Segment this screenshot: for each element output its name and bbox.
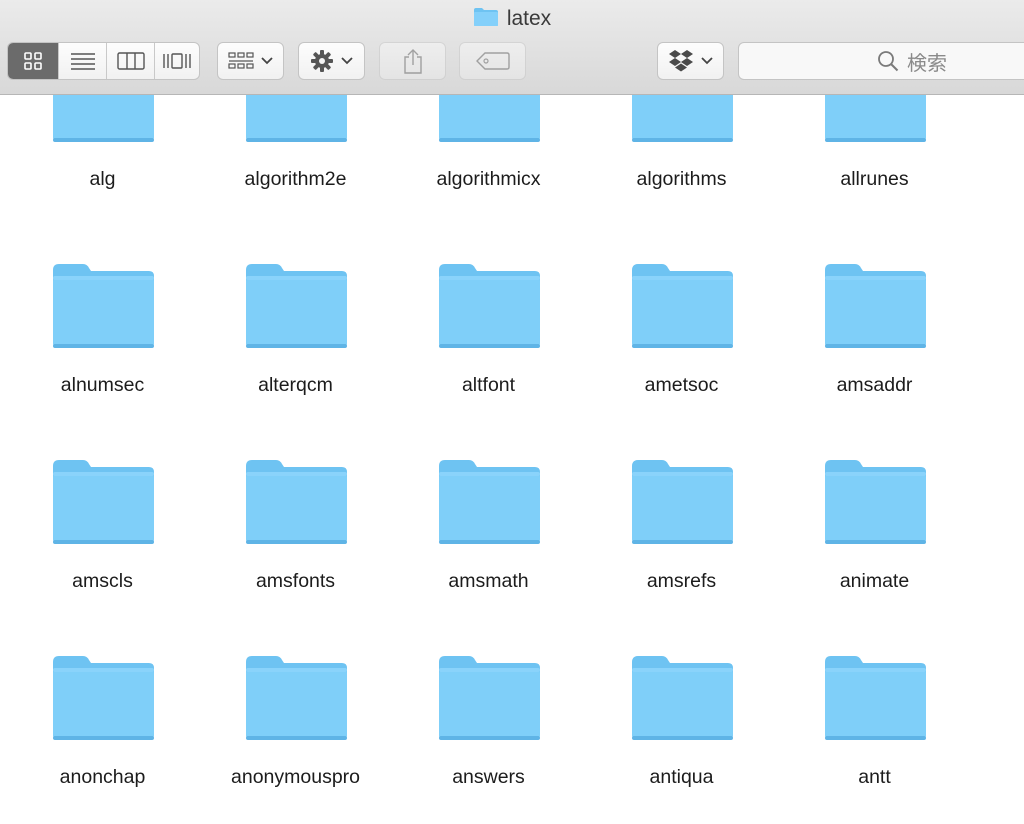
folder-icon <box>825 460 926 544</box>
folder-icon <box>825 656 926 740</box>
folder-item[interactable]: alnumsec <box>6 262 199 452</box>
folder-label: animate <box>839 570 910 592</box>
folder-label: anonymouspro <box>231 766 360 788</box>
folder-label: antt <box>858 766 891 788</box>
tag-icon <box>475 52 510 70</box>
folder-icon <box>53 264 154 348</box>
folder-label: alterqcm <box>258 374 333 396</box>
dropbox-button[interactable] <box>657 42 724 80</box>
search-input[interactable]: 検索 <box>738 42 1024 80</box>
chevron-down-icon <box>261 57 273 65</box>
gear-icon <box>311 50 333 72</box>
folder-icon <box>632 264 733 348</box>
action-button[interactable] <box>298 42 365 80</box>
folder-label: altfont <box>461 374 516 396</box>
folder-item[interactable]: amsfonts <box>199 458 392 648</box>
window-title-bar: latex <box>0 6 1024 32</box>
folder-item[interactable]: antiqua <box>585 654 778 824</box>
folder-label: alnumsec <box>60 374 145 396</box>
folder-icon <box>439 656 540 740</box>
folder-item[interactable]: antt <box>778 654 971 824</box>
folder-label: amsfonts <box>255 570 336 592</box>
column-view-button[interactable] <box>107 43 155 79</box>
list-view-button[interactable] <box>59 43 107 79</box>
folder-icon <box>246 460 347 544</box>
folder-label: allrunes <box>840 168 909 190</box>
share-button[interactable] <box>379 42 446 80</box>
arrange-button[interactable] <box>217 42 284 80</box>
folder-icon <box>825 264 926 348</box>
chevron-down-icon <box>701 57 713 65</box>
dropbox-icon <box>669 50 693 72</box>
folder-item[interactable]: amscls <box>6 458 199 648</box>
folder-label: antiqua <box>649 766 714 788</box>
window-title: latex <box>506 7 552 30</box>
folder-label: ametsoc <box>644 374 719 396</box>
folder-icon <box>439 264 540 348</box>
folder-label: algorithmicx <box>436 168 541 190</box>
folder-icon <box>632 460 733 544</box>
folder-item[interactable]: anonymouspro <box>199 654 392 824</box>
search-placeholder: 検索 <box>907 52 947 75</box>
share-icon <box>403 49 422 74</box>
folder-icon <box>246 656 347 740</box>
toolbar: latex 検索 <box>0 0 1024 95</box>
folder-item[interactable]: answers <box>392 654 585 824</box>
view-mode-control <box>7 42 200 80</box>
arrange-icon <box>228 52 254 69</box>
search-icon <box>878 51 899 72</box>
folder-label: algorithm2e <box>244 168 347 190</box>
folder-item[interactable]: ametsoc <box>585 262 778 452</box>
folder-item[interactable]: amsrefs <box>585 458 778 648</box>
icon-view-button[interactable] <box>8 43 59 79</box>
chevron-down-icon <box>341 57 353 65</box>
columns-icon <box>116 52 145 70</box>
folder-label: answers <box>452 766 525 788</box>
folder-item[interactable]: anonchap <box>6 654 199 824</box>
grid-icon <box>24 52 42 70</box>
folder-label: amsaddr <box>836 374 913 396</box>
folder-icon <box>473 8 498 26</box>
tags-button[interactable] <box>459 42 526 80</box>
folder-item[interactable]: altfont <box>392 262 585 452</box>
file-grid: alg algorithm2e algorithmicx algorithms allr… <box>0 0 1024 824</box>
folder-item[interactable]: animate <box>778 458 971 648</box>
folder-icon <box>53 460 154 544</box>
folder-label: anonchap <box>59 766 146 788</box>
folder-icon <box>632 656 733 740</box>
folder-label: amsmath <box>448 570 529 592</box>
folder-icon <box>246 264 347 348</box>
folder-label: amsrefs <box>646 570 717 592</box>
folder-label: algorithms <box>636 168 727 190</box>
folder-icon <box>53 656 154 740</box>
folder-icon <box>439 460 540 544</box>
folder-item[interactable]: alterqcm <box>199 262 392 452</box>
cover-flow-view-button[interactable] <box>155 43 199 79</box>
finder-window: alg algorithm2e algorithmicx algorithms allr… <box>0 0 1024 824</box>
list-icon <box>70 53 95 70</box>
folder-label: amscls <box>72 570 133 592</box>
folder-item[interactable]: amsaddr <box>778 262 971 452</box>
folder-item[interactable]: amsmath <box>392 458 585 648</box>
folder-label: alg <box>89 168 116 190</box>
cover-flow-icon <box>163 53 191 69</box>
